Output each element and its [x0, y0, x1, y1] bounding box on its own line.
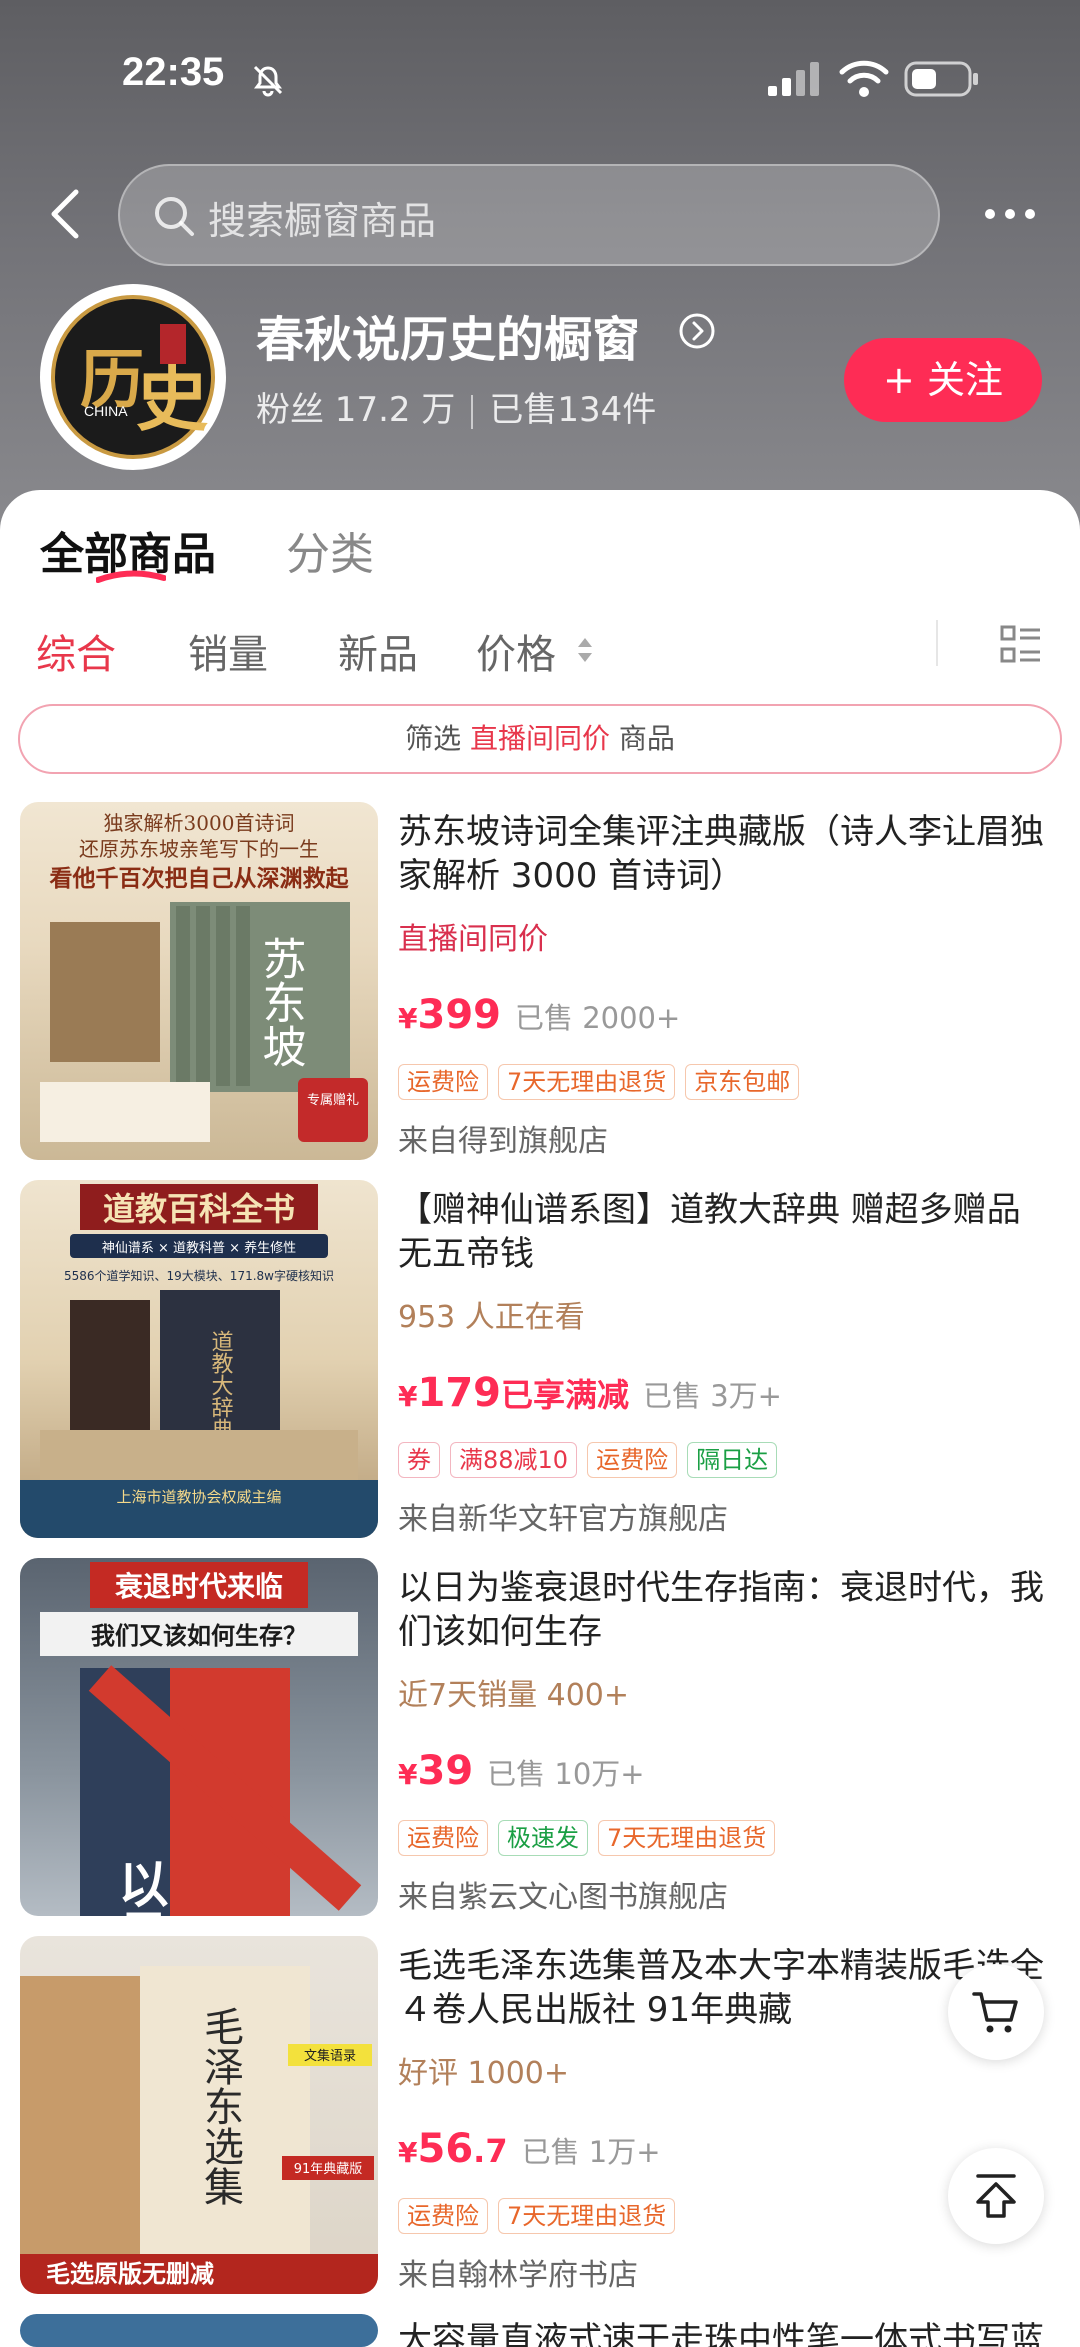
- sort-new[interactable]: 新品: [338, 622, 418, 680]
- product-thumbnail[interactable]: 独家解析3000首诗词 还原苏东坡亲笔写下的一生 看他千百次把自己从深渊救起 苏…: [20, 802, 378, 1160]
- shop-logo: 历 史 CHINA: [51, 295, 215, 459]
- product-title[interactable]: 大容量直液式速干走珠中性笔一体式书写蓝: [398, 2318, 1050, 2347]
- product-tag: 直播间同价: [398, 922, 548, 957]
- thumb-text: 文集语录: [304, 2048, 356, 2064]
- thumb-text: 看他千百次把自己从深渊救起: [50, 865, 350, 892]
- badge: 运费险: [398, 2198, 488, 2234]
- thumb-text: 独家解析3000首诗词: [104, 811, 295, 835]
- list-layout-icon[interactable]: [1000, 624, 1042, 666]
- back-to-top-icon: [976, 2174, 1016, 2218]
- svg-text:史: 史: [136, 356, 208, 441]
- thumb-text: 5586个道学知识、19大模块、171.8w字硬核知识: [64, 1268, 334, 1283]
- live-price-filter[interactable]: 筛选 直播间同价 商品: [18, 704, 1062, 774]
- product-price: ¥56.7 已售 1万+: [398, 2126, 661, 2172]
- thumb-text: 道教大辞典: [208, 1330, 234, 1440]
- product-card[interactable]: 大容量直液式速干走珠中性笔一体式书写蓝: [0, 2314, 1080, 2347]
- thumb-text: 以日为鉴: [111, 1858, 170, 1916]
- thumb-text: 神仙谱系 × 道教科普 × 养生修性: [102, 1240, 296, 1256]
- shop-name[interactable]: 春秋说历史的橱窗: [256, 300, 640, 370]
- search-icon: [155, 197, 194, 236]
- badge: 隔日达: [687, 1442, 778, 1478]
- svg-text:CHINA: CHINA: [84, 403, 128, 419]
- sort-comprehensive[interactable]: 综合: [36, 622, 116, 680]
- sort-price[interactable]: 价格: [476, 622, 556, 680]
- sold-count: 已售134件: [489, 390, 657, 430]
- product-thumbnail[interactable]: 道教百科全书 神仙谱系 × 道教科普 × 养生修性 5586个道学知识、19大模…: [20, 1180, 378, 1538]
- cart-button[interactable]: [948, 1964, 1044, 2060]
- follow-button[interactable]: + 关注: [844, 338, 1042, 422]
- chevron-right-circle-icon[interactable]: [678, 312, 716, 350]
- badge: 满88减10: [450, 1442, 578, 1478]
- shop-header: 22:35 搜索橱窗商品 历 史 CHINA 春秋说历史的橱窗 粉丝 17.2 …: [0, 0, 1080, 540]
- product-tag: 近7天销量 400+: [398, 1678, 630, 1713]
- tab-active-underline: [96, 570, 166, 583]
- back-arrow-icon[interactable]: [46, 186, 86, 242]
- product-card[interactable]: 独家解析3000首诗词 还原苏东坡亲笔写下的一生 看他千百次把自己从深渊救起 苏…: [0, 802, 1080, 1172]
- product-card[interactable]: 道教百科全书 神仙谱系 × 道教科普 × 养生修性 5586个道学知识、19大模…: [0, 1180, 1080, 1550]
- badge: 7天无理由退货: [498, 1064, 676, 1100]
- badge: 京东包邮: [685, 1064, 800, 1100]
- shop-avatar[interactable]: 历 史 CHINA: [40, 284, 226, 470]
- battery-icon: [904, 61, 978, 97]
- thumb-text: 还原苏东坡亲笔写下的一生: [79, 837, 319, 861]
- wifi-icon: [839, 60, 889, 97]
- product-tag: 好评 1000+: [398, 2056, 570, 2091]
- store-name[interactable]: 来自得到旗舰店: [398, 1116, 608, 1160]
- thumb-text: 上海市道教协会权威主编: [116, 1488, 281, 1506]
- shop-stats: 粉丝 17.2 万已售134件: [256, 382, 656, 431]
- thumb-text: 苏东坡: [255, 936, 306, 1068]
- mute-bell-icon: [253, 65, 283, 97]
- back-to-top-button[interactable]: [948, 2148, 1044, 2244]
- more-options-icon[interactable]: [982, 200, 1038, 228]
- product-thumbnail[interactable]: 毛泽东选集 文集语录 91年典藏版 毛选原版无删减: [20, 1936, 378, 2294]
- product-tag: 953 人正在看: [398, 1300, 585, 1335]
- product-badges: 运费险 7天无理由退货 京东包邮: [398, 1064, 809, 1100]
- product-badges: 运费险 极速发 7天无理由退货: [398, 1820, 785, 1856]
- badge: 运费险: [398, 1820, 488, 1856]
- badge: 运费险: [587, 1442, 678, 1478]
- sort-updown-icon[interactable]: [576, 632, 594, 668]
- product-thumbnail[interactable]: 衰退时代来临 我们又该如何生存？ 以日为鉴: [20, 1558, 378, 1916]
- badge: 7天无理由退货: [598, 1820, 776, 1856]
- thumb-text: 衰退时代来临: [115, 1570, 283, 1603]
- cart-icon: [972, 1992, 1018, 2033]
- sort-sales[interactable]: 销量: [188, 622, 268, 680]
- badge: 券: [398, 1442, 440, 1478]
- badge: 7天无理由退货: [498, 2198, 676, 2234]
- tab-category[interactable]: 分类: [286, 518, 374, 582]
- product-title[interactable]: 以日为鉴衰退时代生存指南：衰退时代，我们该如何生存: [398, 1566, 1050, 1654]
- product-price: ¥39 已售 10万+: [398, 1748, 645, 1794]
- thumb-text: 专属赠礼: [307, 1092, 359, 1108]
- thumb-text: 道教百科全书: [103, 1190, 295, 1228]
- divider: [936, 620, 938, 666]
- search-placeholder: 搜索橱窗商品: [208, 199, 437, 243]
- product-panel: 全部商品 分类 综合 销量 新品 价格 筛选 直播间同价 商品 独家解析3000…: [0, 490, 1080, 2347]
- product-thumbnail[interactable]: [20, 2314, 378, 2347]
- product-title[interactable]: 【赠神仙谱系图】道教大辞典 赠超多赠品 无五帝钱: [398, 1188, 1050, 1276]
- product-card[interactable]: 衰退时代来临 我们又该如何生存？ 以日为鉴 以日为鉴衰退时代生存指南：衰退时代，…: [0, 1558, 1080, 1928]
- product-price: ¥179已享满减 已售 3万+: [398, 1370, 782, 1416]
- fans-count: 粉丝 17.2 万: [256, 390, 456, 430]
- product-card[interactable]: 毛泽东选集 文集语录 91年典藏版 毛选原版无删减 毛选毛泽东选集普及本大字本精…: [0, 1936, 1080, 2306]
- thumb-text: 我们又该如何生存？: [91, 1622, 307, 1650]
- thumb-text: 毛选原版无删减: [46, 2260, 214, 2288]
- product-badges: 运费险 7天无理由退货: [398, 2198, 685, 2234]
- product-price: ¥399 已售 2000+: [398, 992, 681, 1038]
- badge: 极速发: [498, 1820, 588, 1856]
- product-badges: 券满88减10 运费险 隔日达: [398, 1442, 787, 1478]
- cellular-signal-icon: [768, 62, 819, 96]
- thumb-text: 毛泽东选集: [197, 2006, 243, 2206]
- status-time: 22:35: [122, 50, 225, 94]
- thumb-text: 91年典藏版: [294, 2162, 363, 2177]
- store-name[interactable]: 来自紫云文心图书旗舰店: [398, 1872, 728, 1916]
- store-name[interactable]: 来自新华文轩官方旗舰店: [398, 1494, 728, 1538]
- badge: 运费险: [398, 1064, 488, 1100]
- search-input[interactable]: 搜索橱窗商品: [118, 164, 940, 266]
- product-title[interactable]: 苏东坡诗词全集评注典藏版（诗人李让眉独家解析 3000 首诗词）: [398, 810, 1050, 898]
- store-name[interactable]: 来自翰林学府书店: [398, 2250, 638, 2294]
